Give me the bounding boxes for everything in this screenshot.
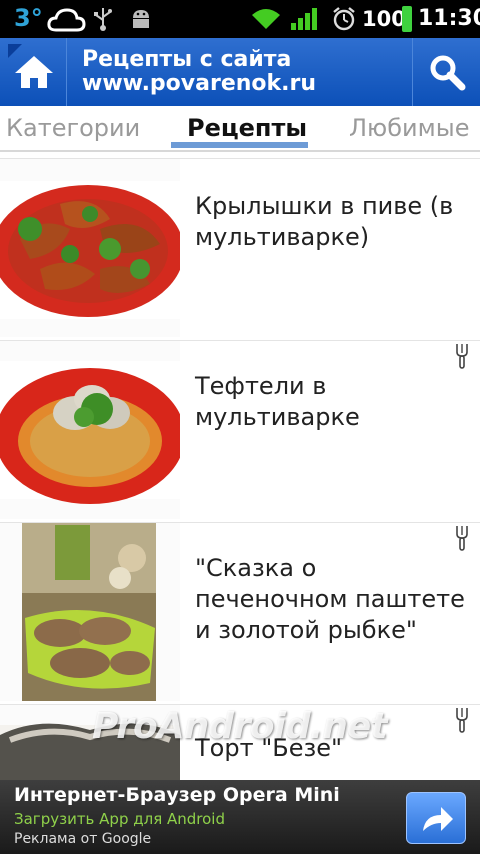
search-icon	[430, 55, 466, 91]
recipe-thumbnail	[0, 523, 180, 701]
list-item[interactable]: Тефтели в мультиварке	[0, 340, 480, 520]
recipe-title: "Сказка о печеночном паштете и золотой р…	[195, 554, 465, 644]
clock: 11:30	[418, 6, 480, 31]
weather-temperature: 3°	[14, 4, 43, 32]
recipe-thumbnail	[0, 159, 180, 337]
tab-recipes[interactable]: Рецепты	[187, 114, 307, 142]
cutlery-icon	[456, 526, 468, 551]
status-bar: 3° 100 11:30	[0, 0, 480, 38]
share-arrow-icon	[423, 807, 453, 831]
battery-icon	[402, 6, 412, 32]
search-button[interactable]	[412, 38, 480, 106]
recipe-title: Тефтели в мультиварке	[195, 372, 360, 431]
android-debug-icon	[133, 10, 149, 28]
cloud-icon	[47, 8, 86, 32]
home-button[interactable]	[0, 38, 67, 106]
tab-categories[interactable]: Категории	[6, 114, 140, 142]
ad-subtitle: Загрузить App для Android	[14, 810, 225, 828]
recipe-title: Крылышки в пиве (в мультиварке)	[195, 192, 454, 251]
tab-favorites[interactable]: Любимые	[349, 114, 469, 142]
signal-icon	[291, 8, 317, 30]
action-bar: Рецепты с сайта www.povarenok.ru	[0, 38, 480, 106]
cutlery-icon	[456, 344, 468, 369]
ad-open-button[interactable]	[406, 792, 466, 844]
battery-level: 100	[362, 7, 406, 31]
list-item[interactable]: "Сказка о печеночном паштете и золотой р…	[0, 522, 480, 702]
ad-source: Реклама от Google	[14, 831, 152, 847]
wifi-icon	[252, 9, 280, 29]
home-icon	[15, 56, 53, 88]
ad-title: Интернет-Браузер Opera Mini	[14, 784, 340, 806]
cutlery-icon	[456, 708, 468, 733]
ad-banner[interactable]: Интернет-Браузер Opera Mini Загрузить Ap…	[0, 780, 480, 854]
recipe-thumbnail	[0, 341, 180, 519]
usb-icon	[94, 8, 112, 31]
active-tab-indicator	[171, 142, 308, 148]
watermark: ProAndroid.net	[92, 706, 388, 747]
app-title: Рецепты с сайта www.povarenok.ru	[82, 47, 317, 96]
alarm-icon	[333, 7, 355, 31]
list-item[interactable]: Крылышки в пиве (в мультиварке)	[0, 158, 480, 338]
recipe-list[interactable]: Крылышки в пиве (в мультиварке) Тефтели …	[0, 158, 480, 780]
